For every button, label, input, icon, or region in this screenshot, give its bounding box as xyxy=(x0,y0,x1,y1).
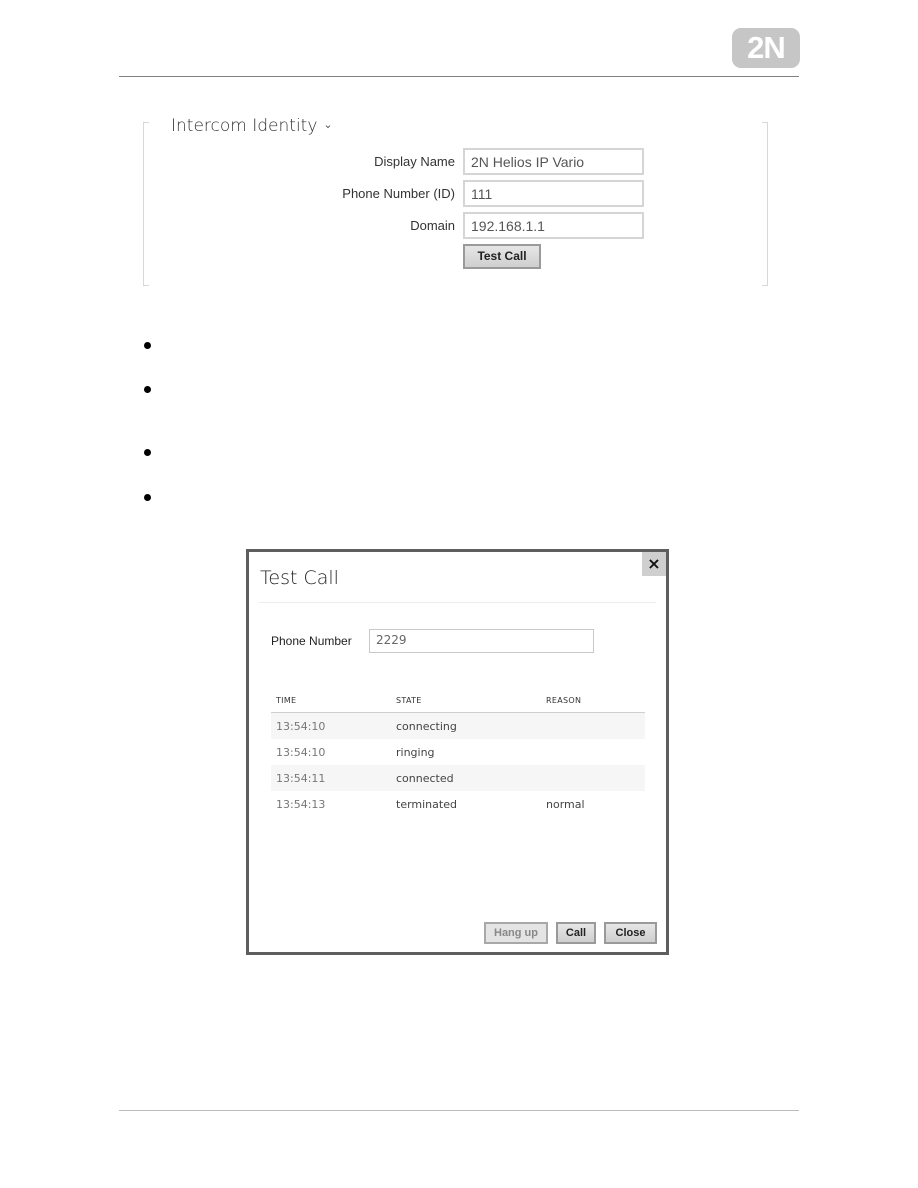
cell-state: terminated xyxy=(396,797,457,811)
display-name-input[interactable]: 2N Helios IP Vario xyxy=(463,148,644,175)
hang-up-button[interactable]: Hang up xyxy=(484,922,548,944)
test-call-button[interactable]: Test Call xyxy=(463,244,541,269)
test-call-dialog: Test Call × Phone Number 2229 TIME STATE… xyxy=(246,549,669,955)
call-log-table: TIME STATE REASON 13:54:10 connecting 13… xyxy=(271,690,645,817)
phone-number-row: Phone Number (ID) 111 xyxy=(143,180,768,208)
2n-logo: 2N xyxy=(732,28,800,68)
cell-reason: normal xyxy=(546,797,585,811)
cell-reason xyxy=(541,765,645,791)
cell-time: 13:54:11 xyxy=(271,765,391,791)
dialog-phone-input[interactable]: 2229 xyxy=(369,629,594,653)
column-header-state: STATE xyxy=(391,690,541,713)
cell-state: ringing xyxy=(396,745,435,759)
dialog-divider xyxy=(259,602,656,603)
table-row: 13:54:10 ringing xyxy=(271,739,645,765)
column-header-time: TIME xyxy=(271,690,391,713)
header-divider xyxy=(119,76,799,77)
table-row: 13:54:10 connecting xyxy=(271,712,645,739)
bullet-point xyxy=(144,386,151,393)
display-name-row: Display Name 2N Helios IP Vario xyxy=(143,148,768,176)
dialog-title: Test Call xyxy=(260,567,339,589)
domain-row: Domain 192.168.1.1 xyxy=(143,212,768,240)
panel-title[interactable]: Intercom Identity ⌄ xyxy=(171,116,333,136)
table-row: 13:54:13 terminated normal xyxy=(271,791,645,817)
cell-state: connecting xyxy=(391,712,541,739)
dialog-phone-label: Phone Number xyxy=(271,634,352,648)
footer-divider xyxy=(119,1110,799,1111)
phone-number-input[interactable]: 111 xyxy=(463,180,644,207)
cell-time: 13:54:13 xyxy=(276,797,326,811)
bullet-point xyxy=(144,342,151,349)
bullet-point xyxy=(144,449,151,456)
panel-title-label: Intercom Identity xyxy=(171,116,318,136)
cell-reason xyxy=(541,739,645,765)
intercom-identity-panel: Intercom Identity ⌄ Display Name 2N Helio… xyxy=(143,116,768,286)
display-name-label: Display Name xyxy=(374,154,455,169)
table-header-row: TIME STATE REASON xyxy=(271,690,645,713)
chevron-down-icon[interactable]: ⌄ xyxy=(323,118,332,131)
close-button[interactable]: Close xyxy=(604,922,657,944)
domain-input[interactable]: 192.168.1.1 xyxy=(463,212,644,239)
cell-time: 13:54:10 xyxy=(276,745,326,759)
phone-number-label: Phone Number (ID) xyxy=(342,186,455,201)
cell-state: connected xyxy=(391,765,541,791)
close-icon[interactable]: × xyxy=(642,552,666,576)
column-header-reason: REASON xyxy=(541,690,645,713)
cell-reason xyxy=(541,712,645,739)
table-row: 13:54:11 connected xyxy=(271,765,645,791)
bullet-point xyxy=(144,494,151,501)
call-button[interactable]: Call xyxy=(556,922,596,944)
domain-label: Domain xyxy=(410,218,455,233)
cell-time: 13:54:10 xyxy=(271,712,391,739)
